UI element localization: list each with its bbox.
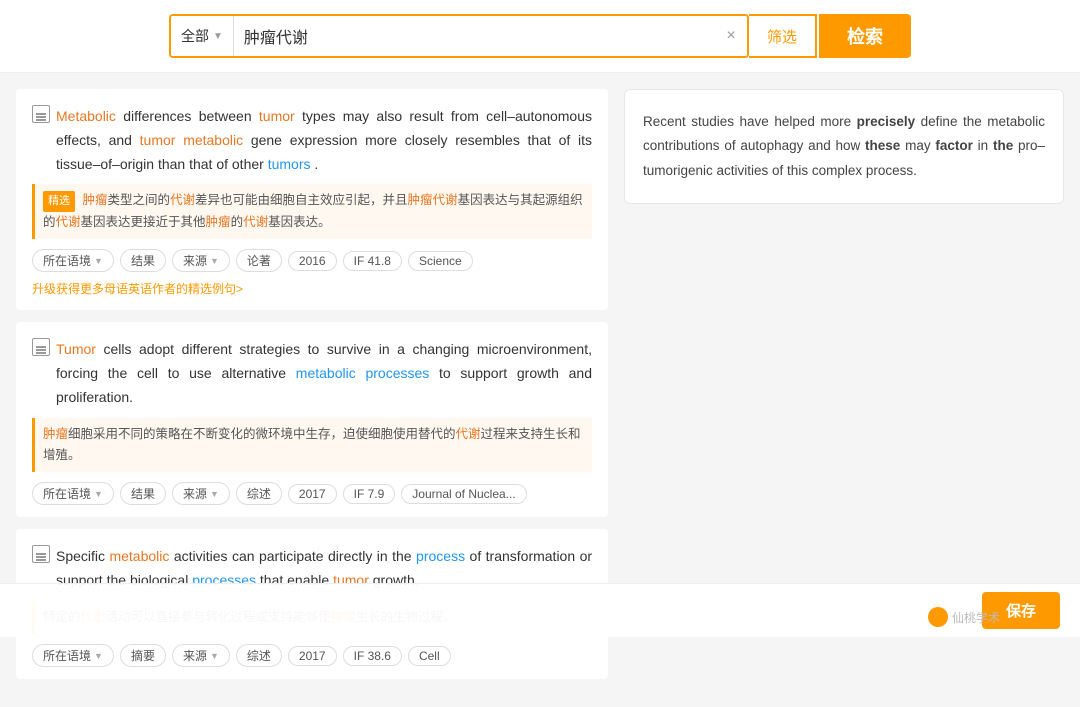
highlight: metabolic [183,132,243,148]
watermark: 仙桃学术 [928,607,1000,627]
tag-label: 所在语境 [43,252,91,269]
tag-result[interactable]: 结果 [120,249,166,272]
search-bar: 全部 ▼ × 筛选 检索 [0,0,1080,73]
tag-label: IF 38.6 [354,649,391,663]
result-text-1: Metabolic differences between tumor type… [32,105,592,176]
tag-label: 综述 [247,647,271,664]
highlight-blue: tumors [268,156,311,172]
translation-text: 肿瘤细胞采用不同的策略在不断变化的微环境中生存，迫使细胞使用替代的代谢过程来支持… [43,427,581,462]
tag-label: 2017 [299,649,326,663]
search-wrapper: 全部 ▼ × [169,14,749,58]
highlight: Tumor [56,341,96,357]
tag-if[interactable]: IF 7.9 [343,484,396,504]
tag-label: 所在语境 [43,647,91,664]
chevron-down-icon: ▼ [94,489,103,499]
search-button[interactable]: 检索 [819,14,911,58]
result-text-2: Tumor cells adopt different strategies t… [32,338,592,409]
highlight: tumor [259,108,295,124]
tag-year[interactable]: 2016 [288,251,337,271]
chevron-down-icon: ▼ [94,256,103,266]
tag-context[interactable]: 所在语境 ▼ [32,249,114,272]
tag-type[interactable]: 综述 [236,644,282,667]
chevron-down-icon: ▼ [210,489,219,499]
tag-source[interactable]: 来源 ▼ [172,482,230,505]
tag-context[interactable]: 所在语境 ▼ [32,482,114,505]
tag-type[interactable]: 论著 [236,249,282,272]
highlight: Metabolic [56,108,116,124]
text-segment: Specific [56,548,109,564]
text-segment: differences between [123,108,259,124]
highlight-blue: metabolic processes [296,365,429,381]
chevron-down-icon: ▼ [213,31,223,42]
tag-journal[interactable]: Journal of Nuclea... [401,484,526,504]
category-label: 全部 [181,26,209,46]
tag-year[interactable]: 2017 [288,646,337,666]
tag-label: 2017 [299,487,326,501]
highlight-blue: process [416,548,465,564]
tag-label: Cell [419,649,440,663]
translation-box: 精选 肿瘤类型之间的代谢差异也可能由细胞自主效应引起，并且肿瘤代谢基因表达与其起… [32,184,592,239]
tag-label: 结果 [131,252,155,269]
filter-button[interactable]: 筛选 [749,14,817,58]
result-item: Tumor cells adopt different strategies t… [16,322,608,517]
tag-label: 论著 [247,252,271,269]
result-icon [32,545,50,563]
translation-box: 肿瘤细胞采用不同的策略在不断变化的微环境中生存，迫使细胞使用替代的代谢过程来支持… [32,418,592,473]
text-segment: activities can participate directly in t… [174,548,416,564]
tag-label: Journal of Nuclea... [412,487,515,501]
tag-journal[interactable]: Cell [408,646,451,666]
tag-label: 2016 [299,254,326,268]
search-input[interactable] [234,27,715,45]
watermark-label: 仙桃学术 [952,609,1000,626]
tag-label: 所在语境 [43,485,91,502]
tag-source[interactable]: 来源 ▼ [172,249,230,272]
tag-if[interactable]: IF 38.6 [343,646,402,666]
upgrade-link[interactable]: 升级获得更多母语英语作者的精选例句> [32,280,243,297]
tag-journal[interactable]: Science [408,251,473,271]
tag-source[interactable]: 来源 ▼ [172,644,230,667]
translation-label: 精选 [43,191,75,212]
tag-label: 综述 [247,485,271,502]
text-segment: . [314,156,318,172]
tag-label: 摘要 [131,647,155,664]
tags-row: 所在语境 ▼ 摘要 来源 ▼ 综述 2017 IF 38.6 Cell [32,644,592,667]
tags-row: 所在语境 ▼ 结果 来源 ▼ 论著 2016 IF 41.8 Science [32,249,592,272]
chevron-down-icon: ▼ [210,651,219,661]
tag-label: IF 7.9 [354,487,385,501]
translation-text: 肿瘤类型之间的代谢差异也可能由细胞自主效应引起，并且肿瘤代谢基因表达与其起源组织… [43,193,583,229]
highlight: metabolic [109,548,169,564]
tag-type[interactable]: 综述 [236,482,282,505]
chevron-down-icon: ▼ [94,651,103,661]
chevron-down-icon: ▼ [210,256,219,266]
search-category-dropdown[interactable]: 全部 ▼ [171,16,234,56]
clear-icon[interactable]: × [715,16,747,56]
result-icon [32,105,50,123]
tag-result[interactable]: 结果 [120,482,166,505]
result-item: Metabolic differences between tumor type… [16,89,608,310]
tag-label: 来源 [183,252,207,269]
tag-if[interactable]: IF 41.8 [343,251,402,271]
tag-label: 来源 [183,647,207,664]
tag-label: 来源 [183,485,207,502]
context-text: Recent studies have helped more precisel… [643,114,1045,178]
result-icon [32,338,50,356]
tags-row: 所在语境 ▼ 结果 来源 ▼ 综述 2017 IF 7.9 Journal of… [32,482,592,505]
tag-label: Science [419,254,462,268]
tag-label: 结果 [131,485,155,502]
bottom-bar: 仙桃学术 保存 [0,583,1080,637]
highlight: tumor [140,132,176,148]
tag-abstract[interactable]: 摘要 [120,644,166,667]
watermark-icon [928,607,948,627]
tag-year[interactable]: 2017 [288,484,337,504]
context-card: Recent studies have helped more precisel… [624,89,1064,204]
tag-context[interactable]: 所在语境 ▼ [32,644,114,667]
tag-label: IF 41.8 [354,254,391,268]
